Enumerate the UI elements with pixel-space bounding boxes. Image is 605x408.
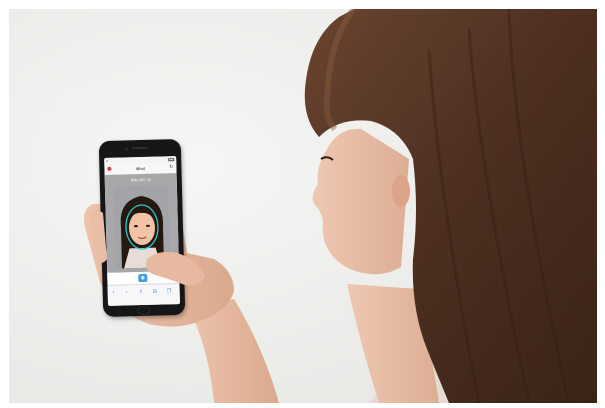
share-icon[interactable]: ⇪ — [139, 289, 143, 295]
bookmarks-icon[interactable]: ⊟ — [153, 289, 157, 295]
tabs-icon[interactable]: ❐ — [167, 288, 172, 294]
ear — [392, 175, 410, 207]
reload-icon[interactable]: ↻ — [169, 164, 173, 171]
page-title: Mbot — [135, 165, 145, 172]
face-image — [113, 185, 171, 269]
forward-arrow-icon[interactable]: › — [126, 289, 128, 295]
home-button[interactable] — [137, 305, 151, 316]
smartphone: ● Mbot ↻ 標識 | 標記 | 讀 ◉ ‹ › ⇪ ⊟ ❐ — [98, 138, 186, 318]
scene-illustration — [9, 9, 597, 403]
earpiece — [131, 146, 148, 150]
camera-preview: 標識 | 標記 | 讀 — [104, 173, 180, 273]
back-arrow-icon[interactable]: ‹ — [113, 290, 115, 296]
phone-screen: ● Mbot ↻ 標識 | 標記 | 讀 ◉ ‹ › ⇪ ⊟ ❐ — [104, 156, 181, 306]
face-preview — [113, 185, 171, 269]
app-logo-icon[interactable] — [107, 166, 112, 171]
camera-icon[interactable]: ◉ — [138, 273, 148, 283]
front-camera — [124, 147, 128, 151]
browser-toolbar: ‹ › ⇪ ⊟ ❐ — [107, 283, 181, 306]
photo-scene: ● Mbot ↻ 標識 | 標記 | 讀 ◉ ‹ › ⇪ ⊟ ❐ — [9, 9, 597, 403]
capture-caption: 標識 | 標記 | 讀 — [130, 177, 151, 183]
battery-icon — [168, 157, 175, 161]
